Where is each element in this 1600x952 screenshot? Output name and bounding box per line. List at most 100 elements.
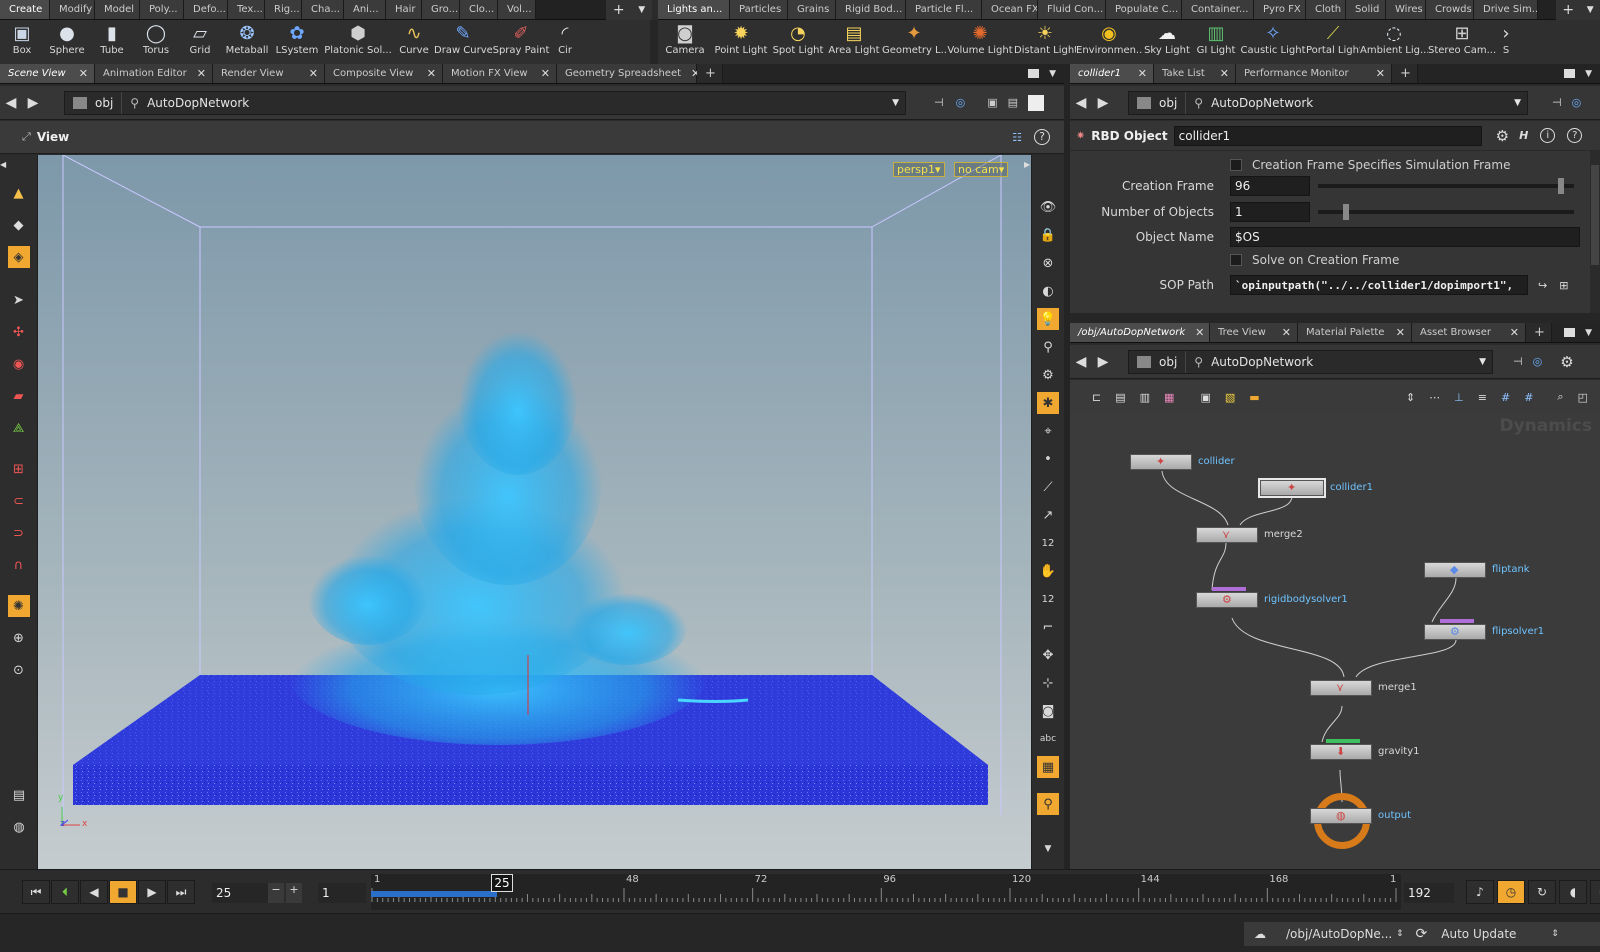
jump-start-icon[interactable]: ⏮ [22, 880, 50, 904]
end-frame-field[interactable]: 192 [1404, 883, 1454, 903]
viewport-title[interactable]: View [37, 130, 69, 144]
left-pane-tab-4[interactable]: Motion FX View ✕ [443, 64, 557, 83]
shelf-tool-gi-light[interactable]: ▥ GI Light [1192, 20, 1240, 57]
tree-icon[interactable]: ⊏ [1092, 391, 1101, 404]
num-objects-slider[interactable] [1318, 204, 1574, 220]
close-tab-icon[interactable]: ✕ [1138, 67, 1147, 80]
shelf-tool-spot-light[interactable]: ◔ Spot Light [770, 20, 826, 57]
node-tile[interactable]: ⚙ [1196, 592, 1258, 608]
particles-display-icon[interactable]: ✱ [1037, 392, 1059, 414]
link-icon[interactable]: ◎ [956, 96, 966, 109]
geometry-view-icon[interactable]: ▣ [987, 96, 997, 109]
close-tab-icon[interactable]: ✕ [197, 67, 206, 80]
shelf-tab-5[interactable]: Tex... [228, 0, 265, 19]
3d-viewport[interactable]: y z x persp1▾ no cam▾ [38, 155, 1031, 869]
hscript-help-icon[interactable]: H [1519, 129, 1528, 142]
shelf-tool-box[interactable]: ▣ Box [0, 20, 44, 57]
headlight-icon[interactable]: ⚲ [1037, 336, 1059, 358]
flipbook-icon[interactable]: ▤ [8, 784, 30, 806]
shelf-tool-geometry-l-[interactable]: ✦ Geometry L... [882, 20, 946, 57]
snap-point-icon[interactable]: ⊃ [8, 522, 30, 544]
close-tab-icon[interactable]: ✕ [309, 67, 318, 80]
shelf-tool-metaball[interactable]: ❂ Metaball [222, 20, 272, 57]
network-editor[interactable]: Dynamics ✦ collider ✦ collider1 ⋎ merge2 ⚙ rigi… [1070, 414, 1600, 869]
right-splitter[interactable] [1070, 313, 1600, 323]
shelf-right-tab-6[interactable]: Fluid Con... [1038, 0, 1106, 19]
shelf-right-tab-5[interactable]: Ocean FX [982, 0, 1038, 19]
shelf-tool-point-light[interactable]: ✹ Point Light [712, 20, 770, 57]
handle-mode-icon[interactable]: ◈ [7, 246, 30, 268]
node-tile[interactable]: ✦ [1258, 478, 1326, 498]
close-tab-icon[interactable]: ✕ [427, 67, 436, 80]
shelf-tab-0[interactable]: Create [0, 0, 50, 19]
left-pane-tab-3[interactable]: Composite View ✕ [325, 64, 443, 83]
jump-end-icon[interactable]: ⏭ [167, 880, 195, 904]
transform-mode-icon[interactable]: ◆ [8, 214, 30, 236]
rb-link-icon[interactable]: ◎ [1533, 355, 1543, 368]
grid-snap-icon[interactable]: # [1501, 391, 1510, 404]
rt-back-arrow-icon[interactable]: ◀ [1070, 95, 1092, 111]
add-shelf-right-icon[interactable]: + [1562, 2, 1574, 18]
shelf-tab-7[interactable]: Cha... [302, 0, 344, 19]
close-tab-icon[interactable]: ✕ [541, 67, 550, 80]
rt-path-node[interactable]: ⚲ AutoDopNetwork [1186, 92, 1321, 114]
node-tile[interactable]: ◍ [1310, 808, 1372, 824]
shelf-tab-9[interactable]: Hair [386, 0, 422, 19]
screenshot-icon[interactable]: ◰ [1578, 391, 1588, 404]
shelf-tool-platonic-sol-[interactable]: ⬢ Platonic Sol... [322, 20, 394, 57]
thumbnail-icon[interactable]: ▣ [1200, 391, 1210, 404]
decrement-frame-icon[interactable]: − [268, 883, 284, 903]
left-pane-tab-5[interactable]: Geometry Spreadsheet ✕ [557, 64, 700, 83]
shelf-right-tab-7[interactable]: Populate C... [1106, 0, 1182, 19]
camera-menu[interactable]: persp1▾ [893, 162, 945, 177]
left-pane-tab-2[interactable]: Render View ✕ [213, 64, 325, 83]
solve-on-creation-checkbox[interactable] [1230, 254, 1242, 266]
add-right-top-tab-icon[interactable]: + [1392, 64, 1418, 83]
pin-icon[interactable]: ⊣ [934, 96, 944, 109]
rb-path-root[interactable]: obj [1129, 350, 1187, 373]
shelf-tool-environmen-[interactable]: ◉ Environmen... [1076, 20, 1142, 57]
rb-back-arrow-icon[interactable]: ◀ [1070, 354, 1092, 370]
rt-forward-arrow-icon[interactable]: ▶ [1092, 95, 1114, 111]
text-display-icon[interactable]: abc [1037, 728, 1059, 750]
close-tab-icon[interactable]: ✕ [1282, 326, 1291, 339]
node-tile[interactable]: ⋎ [1196, 527, 1258, 543]
right-bottom-tab-2[interactable]: Material Palette ✕ [1298, 323, 1412, 342]
back-arrow-icon[interactable]: ◀ [0, 95, 22, 111]
shelf-tool-sky-light[interactable]: ☁ Sky Light [1142, 20, 1192, 57]
add-right-bottom-tab-icon[interactable]: + [1526, 323, 1552, 342]
select-arrow-icon[interactable]: ➤ [8, 289, 30, 311]
path-dropdown-icon[interactable]: ▼ [892, 98, 905, 108]
creation-frame-specifies-checkbox[interactable] [1230, 159, 1242, 171]
stack-icon[interactable]: ≡ [1478, 391, 1487, 404]
select-mode-icon[interactable]: ▲ [8, 182, 30, 204]
jump-to-operator-icon[interactable]: ↪ [1538, 279, 1547, 292]
shelf-tool-lsystem[interactable]: ✿ LSystem [272, 20, 322, 57]
rotate-tool-icon[interactable]: ◉ [8, 353, 30, 375]
parm-help-icon[interactable]: ? [1567, 128, 1583, 143]
shelf-right-tab-2[interactable]: Grains [788, 0, 836, 19]
shelf-tool-grid[interactable]: ▱ Grid [178, 20, 222, 57]
object-name-field[interactable]: $OS [1230, 227, 1580, 247]
home-view-icon[interactable]: ⊕ [8, 627, 30, 649]
shelf-right-tab-13[interactable]: Crowds [1426, 0, 1474, 19]
rt-path-dropdown-icon[interactable]: ▼ [1514, 98, 1527, 108]
snap-icon[interactable]: ✥ [1037, 644, 1059, 666]
creation-frame-slider-knob[interactable] [1558, 178, 1564, 194]
scale-tool-icon[interactable]: ▰ [8, 385, 30, 407]
pane-menu-icon[interactable]: ▼ [1049, 69, 1056, 79]
shelf-right-tab-11[interactable]: Solid [1346, 0, 1386, 19]
loop-icon[interactable]: ↻ [1528, 880, 1556, 904]
add-shelf-icon[interactable]: + [613, 2, 625, 18]
shelf-right-tab-0[interactable]: Lights an... [658, 0, 730, 19]
right-bottom-tab-1[interactable]: Tree View ✕ [1210, 323, 1298, 342]
global-animation-options-icon[interactable]: ⚙ [1590, 880, 1600, 904]
node-tile[interactable]: ⚙ [1424, 624, 1486, 640]
render-icon[interactable]: ◍ [8, 816, 30, 838]
shelf-tool-sphere[interactable]: ● Sphere [44, 20, 90, 57]
shelf-tool-torus[interactable]: ◯ Torus [134, 20, 178, 57]
guides-icon[interactable]: ⌖ [1037, 420, 1059, 442]
maximize-right-top-icon[interactable] [1564, 69, 1576, 78]
shelf-tab-6[interactable]: Rig... [265, 0, 302, 19]
shelf-tab-3[interactable]: Poly... [140, 0, 184, 19]
